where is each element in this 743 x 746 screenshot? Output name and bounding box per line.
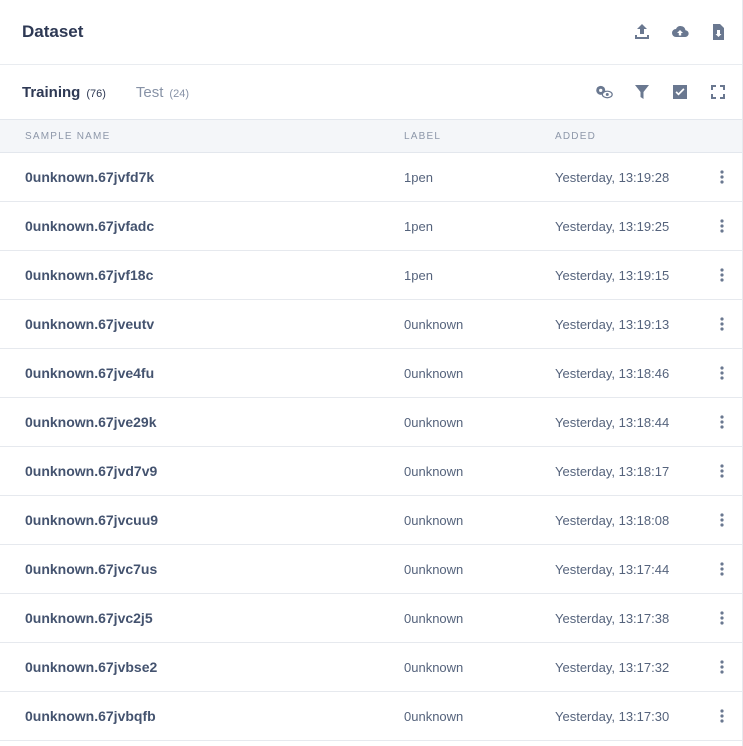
sample-label: 0unknown — [404, 316, 464, 332]
table-row[interactable]: 0unknown.67jveutv 0unknown Yesterday, 13… — [0, 300, 742, 349]
more-options-icon[interactable] — [714, 510, 730, 530]
table-row[interactable]: 0unknown.67jvf18c 1pen Yesterday, 13:19:… — [0, 251, 742, 300]
more-options-icon[interactable] — [714, 559, 730, 579]
sample-added: Yesterday, 13:18:17 — [555, 463, 670, 479]
sample-label: 0unknown — [404, 414, 464, 430]
sample-added: Yesterday, 13:18:08 — [555, 512, 670, 528]
sample-label: 0unknown — [404, 561, 464, 577]
filter-icon[interactable] — [633, 83, 651, 101]
tab-training[interactable]: Training (76) — [22, 84, 106, 101]
sample-name[interactable]: 0unknown.67jve29k — [25, 414, 157, 430]
more-options-icon[interactable] — [714, 412, 730, 432]
sample-added: Yesterday, 13:18:44 — [555, 414, 670, 430]
checkbox-icon[interactable] — [671, 83, 689, 101]
column-header-label[interactable]: Label — [404, 131, 441, 142]
fullscreen-icon[interactable] — [709, 83, 727, 101]
more-options-icon[interactable] — [714, 608, 730, 628]
more-options-icon[interactable] — [714, 314, 730, 334]
sample-name[interactable]: 0unknown.67jvbse2 — [25, 659, 157, 675]
sample-added: Yesterday, 13:17:30 — [555, 708, 670, 724]
table-row[interactable]: 0unknown.67jvfd7k 1pen Yesterday, 13:19:… — [0, 153, 742, 202]
sample-name[interactable]: 0unknown.67jvbqfb — [25, 708, 156, 724]
sample-added: Yesterday, 13:18:46 — [555, 365, 670, 381]
more-options-icon[interactable] — [714, 167, 730, 187]
upload-icon[interactable] — [633, 23, 651, 41]
more-options-icon[interactable] — [714, 657, 730, 677]
sample-name[interactable]: 0unknown.67jvfadc — [25, 218, 154, 234]
table-row[interactable]: 0unknown.67jvcuu9 0unknown Yesterday, 13… — [0, 496, 742, 545]
tab-count: (76) — [86, 87, 106, 100]
file-download-icon[interactable] — [709, 23, 727, 41]
sample-name[interactable]: 0unknown.67jvc7us — [25, 561, 157, 577]
sample-label: 0unknown — [404, 365, 464, 381]
table-row[interactable]: 0unknown.67jve4fu 0unknown Yesterday, 13… — [0, 349, 742, 398]
sample-label: 0unknown — [404, 659, 464, 675]
tabs: Training (76) Test (24) — [22, 84, 189, 101]
table-row[interactable]: 0unknown.67jvbqfb 0unknown Yesterday, 13… — [0, 692, 742, 741]
cloud-upload-icon[interactable] — [671, 23, 689, 41]
sample-added: Yesterday, 13:19:15 — [555, 267, 670, 283]
sample-name[interactable]: 0unknown.67jvd7v9 — [25, 463, 157, 479]
sample-name[interactable]: 0unknown.67jvf18c — [25, 267, 153, 283]
table-row[interactable]: 0unknown.67jvd7v9 0unknown Yesterday, 13… — [0, 447, 742, 496]
more-options-icon[interactable] — [714, 216, 730, 236]
sample-name[interactable]: 0unknown.67jvfd7k — [25, 169, 154, 185]
sample-name[interactable]: 0unknown.67jvc2j5 — [25, 610, 153, 626]
tab-label: Test — [135, 83, 164, 101]
table-row[interactable]: 0unknown.67jvbse2 0unknown Yesterday, 13… — [0, 643, 742, 692]
tab-actions — [595, 83, 727, 101]
sample-name[interactable]: 0unknown.67jvcuu9 — [25, 512, 158, 528]
more-options-icon[interactable] — [714, 706, 730, 726]
more-options-icon[interactable] — [714, 461, 730, 481]
more-options-icon[interactable] — [714, 265, 730, 285]
tab-label: Training — [22, 83, 81, 101]
sample-label: 1pen — [404, 267, 433, 283]
sample-label: 1pen — [404, 169, 433, 185]
sample-added: Yesterday, 13:19:25 — [555, 218, 670, 234]
table-header: Sample name Label Added — [0, 120, 742, 153]
more-options-icon[interactable] — [714, 363, 730, 383]
sample-label: 0unknown — [404, 610, 464, 626]
sample-added: Yesterday, 13:17:44 — [555, 561, 670, 577]
sample-added: Yesterday, 13:17:38 — [555, 610, 670, 626]
settings-view-icon[interactable] — [595, 83, 613, 101]
table-row[interactable]: 0unknown.67jve29k 0unknown Yesterday, 13… — [0, 398, 742, 447]
table-row[interactable]: 0unknown.67jvc2j5 0unknown Yesterday, 13… — [0, 594, 742, 643]
sample-added: Yesterday, 13:19:28 — [555, 169, 670, 185]
header-actions — [633, 23, 727, 41]
sample-label: 0unknown — [404, 463, 464, 479]
sample-added: Yesterday, 13:19:13 — [555, 316, 670, 332]
tabs-bar: Training (76) Test (24) — [0, 65, 742, 120]
column-header-added[interactable]: Added — [555, 131, 596, 142]
table-row[interactable]: 0unknown.67jvc7us 0unknown Yesterday, 13… — [0, 545, 742, 594]
sample-label: 1pen — [404, 218, 433, 234]
tab-count: (24) — [169, 87, 189, 100]
panel-header: Dataset — [0, 0, 742, 65]
sample-name[interactable]: 0unknown.67jve4fu — [25, 365, 154, 381]
column-header-sample-name[interactable]: Sample name — [25, 131, 110, 142]
table-body: 0unknown.67jvfd7k 1pen Yesterday, 13:19:… — [0, 153, 742, 741]
table-row[interactable]: 0unknown.67jvfadc 1pen Yesterday, 13:19:… — [0, 202, 742, 251]
sample-label: 0unknown — [404, 708, 464, 724]
sample-label: 0unknown — [404, 512, 464, 528]
page-title: Dataset — [22, 22, 84, 41]
sample-added: Yesterday, 13:17:32 — [555, 659, 670, 675]
sample-name[interactable]: 0unknown.67jveutv — [25, 316, 154, 332]
tab-test[interactable]: Test (24) — [136, 84, 189, 101]
dataset-panel: Dataset Training (76) Test (24) SAMPLE N… — [0, 0, 743, 746]
